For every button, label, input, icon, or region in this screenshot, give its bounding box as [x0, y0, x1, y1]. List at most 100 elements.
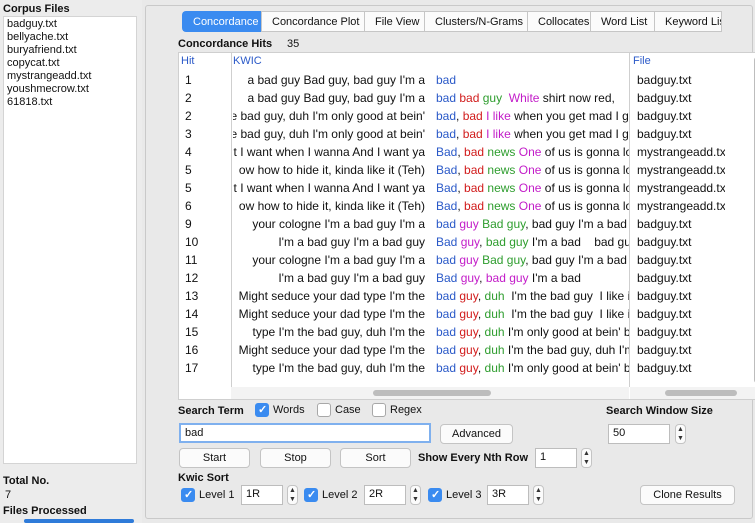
kwic-segment: , — [477, 343, 485, 357]
file-hscroll-thumb[interactable] — [665, 390, 737, 396]
left-context-text: Might seduce your dad type I'm the — [238, 343, 425, 357]
table-row[interactable]: 14 Might seduce your dad type I'm the bad … — [179, 305, 755, 323]
left-context: ow how to hide it, kinda like it (Teh) — [233, 163, 425, 177]
left-context-text: I'm a bad guy I'm a bad guy — [278, 235, 425, 249]
table-row[interactable]: 11 your cologne I'm a bad guy I'm a bad gu… — [179, 251, 755, 269]
regex-checkbox[interactable] — [372, 403, 386, 417]
keyword-hit: bad — [436, 127, 457, 141]
table-row[interactable]: 6 ow how to hide it, kinda like it (Teh) B… — [179, 197, 755, 215]
kwic-segment: bad guy — [485, 271, 529, 285]
tab-collocates[interactable]: Collocates — [527, 11, 590, 32]
level3-input[interactable]: 3R — [487, 485, 529, 505]
left-context-text: your cologne I'm a bad guy I'm a — [252, 217, 425, 231]
kwic-segment: duh — [484, 343, 505, 357]
table-row[interactable]: 5 t I want when I wanna And I want ya Bad,… — [179, 179, 755, 197]
table-row[interactable]: 10 I'm a bad guy I'm a bad guy Bad guy, ba… — [179, 233, 755, 251]
file-name: mystrangeadd.txt — [637, 181, 725, 195]
kwic-segment: guy — [482, 91, 503, 105]
table-row[interactable]: 2 e bad guy, duh I'm only good at bein' ba… — [179, 107, 755, 125]
level2-input[interactable]: 2R — [364, 485, 406, 505]
kwic-segment: I'm only good at bein' ba — [504, 361, 629, 375]
kwic-segment: guy — [459, 361, 478, 375]
header-kwic[interactable]: KWIC — [233, 55, 262, 67]
tab-concordance-plot[interactable]: Concordance Plot — [261, 11, 364, 32]
kwic-segment: of us is gonna los — [541, 181, 629, 195]
kwic-segment: Bad guy — [482, 217, 526, 231]
corpus-file-item[interactable]: buryafriend.txt — [7, 44, 133, 57]
level2-stepper[interactable]: ▲ ▼ — [410, 485, 421, 505]
tab-file-view[interactable]: File View — [364, 11, 424, 32]
left-context-text: e bad guy, duh I'm only good at bein' — [233, 109, 425, 123]
table-row[interactable]: 4 t I want when I wanna And I want ya Bad,… — [179, 143, 755, 161]
keyword-hit: Bad — [436, 271, 458, 285]
kwic-segment: , — [477, 325, 485, 339]
level1-checkbox[interactable] — [181, 488, 195, 502]
kwic-segment: , — [479, 271, 486, 285]
left-context-text: ow how to hide it, kinda like it (Teh) — [238, 199, 425, 213]
kwic-right-context: bad guy, duh I'm only good at bein' ba — [436, 361, 629, 375]
advanced-button[interactable]: Advanced — [440, 424, 513, 444]
left-context-text: t I want when I wanna And I want ya — [233, 145, 425, 159]
table-row[interactable]: 1 a bad guy Bad guy, bad guy I'm a bad badg… — [179, 71, 755, 89]
concordance-table[interactable]: Hit KWIC File 1 a bad guy Bad guy, bad gu… — [178, 52, 755, 400]
kwic-right-context: bad — [436, 73, 629, 87]
tab-keyword-list[interactable]: Keyword List — [654, 11, 722, 32]
level1-input[interactable]: 1R — [241, 485, 283, 505]
corpus-file-item[interactable]: youshmecrow.txt — [7, 83, 133, 96]
keyword-hit: bad — [436, 253, 457, 267]
files-processed-progress — [24, 519, 134, 523]
corpus-file-item[interactable]: badguy.txt — [7, 18, 133, 31]
table-row[interactable]: 2 a bad guy Bad guy, bad guy I'm a bad bad… — [179, 89, 755, 107]
level1-stepper[interactable]: ▲ ▼ — [287, 485, 298, 505]
keyword-hit: bad — [436, 289, 457, 303]
kwic-segment: guy — [459, 325, 478, 339]
stop-button[interactable]: Stop — [260, 448, 331, 468]
keyword-hit: bad — [436, 91, 457, 105]
table-row[interactable]: 3 e bad guy, duh I'm only good at bein' ba… — [179, 125, 755, 143]
table-row[interactable]: 15 type I'm the bad guy, duh I'm the bad g… — [179, 323, 755, 341]
tab-clusters-ngrams[interactable]: Clusters/N-Grams — [424, 11, 527, 32]
tab-concordance[interactable]: Concordance — [182, 11, 261, 32]
corpus-file-list[interactable]: badguy.txt bellyache.txt buryafriend.txt co… — [3, 16, 137, 464]
table-row[interactable]: 16 Might seduce your dad type I'm the bad … — [179, 341, 755, 359]
start-button[interactable]: Start — [179, 448, 250, 468]
table-row[interactable]: 13 Might seduce your dad type I'm the bad … — [179, 287, 755, 305]
level3-checkbox[interactable] — [428, 488, 442, 502]
table-row[interactable]: 12 I'm a bad guy I'm a bad guy Bad guy, ba… — [179, 269, 755, 287]
file-name: mystrangeadd.txt — [637, 145, 725, 159]
search-term-input[interactable]: bad — [179, 423, 431, 443]
window-size-stepper[interactable]: ▲ ▼ — [675, 424, 686, 444]
concordance-hits-value: 35 — [287, 38, 300, 50]
kwic-segment: I'm the bad guy I like it — [504, 289, 629, 303]
nth-row-stepper[interactable]: ▲ ▼ — [581, 448, 592, 468]
corpus-file-item[interactable]: mystrangeadd.txt — [7, 70, 133, 83]
keyword-hit: bad — [436, 361, 457, 375]
kwic-segment: when you get mad I g — [510, 127, 629, 141]
case-checkbox[interactable] — [317, 403, 331, 417]
kwic-hscroll-thumb[interactable] — [373, 390, 491, 396]
kwic-segment: guy — [459, 307, 478, 321]
words-checkbox[interactable] — [255, 403, 269, 417]
sort-button[interactable]: Sort — [340, 448, 411, 468]
kwic-right-context: bad bad guy White shirt now red, — [436, 91, 629, 105]
search-window-size-input[interactable]: 50 — [608, 424, 670, 444]
corpus-file-item[interactable]: bellyache.txt — [7, 31, 133, 44]
nth-row-input[interactable]: 1 — [535, 448, 577, 468]
table-row[interactable]: 5 ow how to hide it, kinda like it (Teh) B… — [179, 161, 755, 179]
tab-word-list[interactable]: Word List — [590, 11, 654, 32]
table-row[interactable]: 17 type I'm the bad guy, duh I'm the bad g… — [179, 359, 755, 377]
kwic-segment: bad — [464, 145, 485, 159]
level3-stepper[interactable]: ▲ ▼ — [533, 485, 544, 505]
corpus-file-item[interactable]: copycat.txt — [7, 57, 133, 70]
table-row[interactable]: 9 your cologne I'm a bad guy I'm a bad guy… — [179, 215, 755, 233]
corpus-file-item[interactable]: 61818.txt — [7, 96, 133, 109]
kwic-segment: bad — [462, 127, 483, 141]
header-file[interactable]: File — [633, 55, 651, 67]
search-window-size-label: Search Window Size — [606, 405, 713, 417]
hit-number: 2 — [185, 109, 192, 123]
clone-results-button[interactable]: Clone Results — [640, 485, 735, 505]
kwic-right-context: bad, bad I like when you get mad I g — [436, 109, 629, 123]
level2-checkbox[interactable] — [304, 488, 318, 502]
left-context-text: type I'm the bad guy, duh I'm the — [252, 325, 425, 339]
header-hit[interactable]: Hit — [181, 55, 194, 67]
